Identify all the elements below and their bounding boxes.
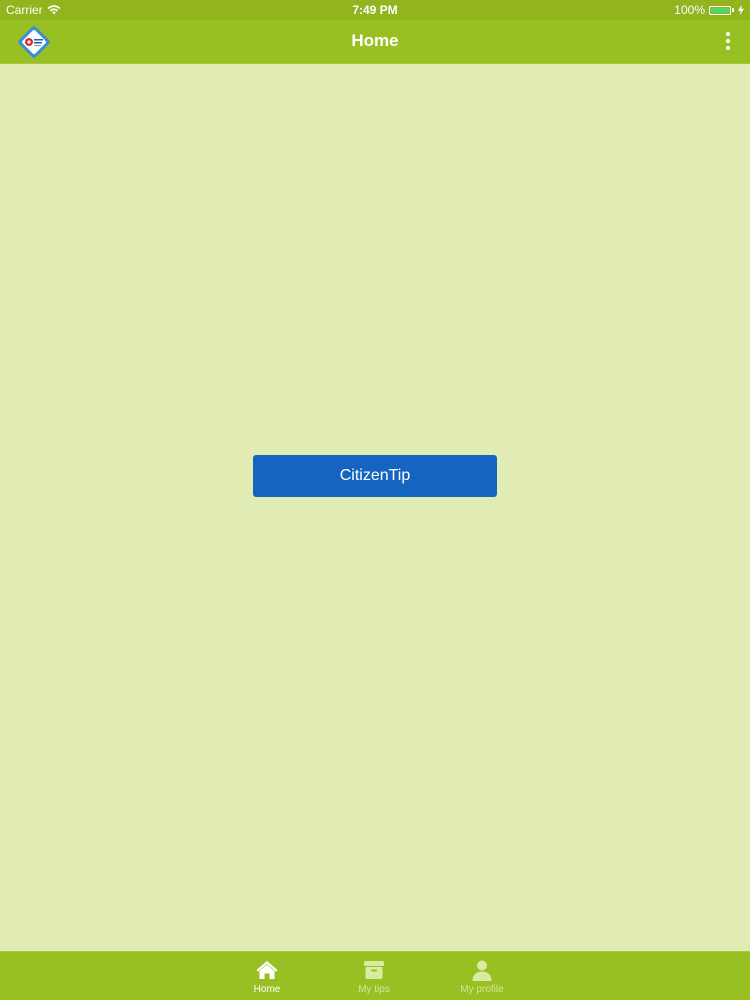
- menu-dot: [726, 39, 730, 43]
- battery-percent: 100%: [674, 3, 705, 17]
- archive-box-icon: [364, 961, 384, 979]
- tab-bar: Home My tips My profile: [0, 951, 750, 1000]
- more-menu-button[interactable]: [720, 29, 736, 53]
- status-time: 7:49 PM: [352, 3, 398, 17]
- tab-home[interactable]: Home: [227, 952, 307, 1000]
- battery-icon: [709, 5, 731, 15]
- page-title: Home: [351, 31, 399, 50]
- home-icon: [256, 961, 278, 979]
- tab-my-profile-label: My profile: [460, 984, 504, 995]
- status-right: 100%: [674, 3, 744, 17]
- battery-tip: [732, 8, 734, 12]
- more-vertical-icon: [726, 32, 730, 36]
- battery-fill: [711, 7, 729, 13]
- status-bar: Carrier 7:49 PM 100%: [0, 0, 750, 20]
- main-content: CitizenTip: [0, 64, 750, 951]
- tab-my-profile[interactable]: My profile: [442, 952, 522, 1000]
- menu-dot: [726, 46, 730, 50]
- citizentip-button[interactable]: CitizenTip: [253, 455, 497, 497]
- tab-my-tips[interactable]: My tips: [334, 952, 414, 1000]
- nav-bar: Home: [0, 20, 750, 64]
- user-icon: [472, 960, 492, 981]
- bolt-icon: [738, 5, 744, 15]
- tab-my-tips-label: My tips: [358, 984, 390, 995]
- tab-home-label: Home: [253, 984, 281, 995]
